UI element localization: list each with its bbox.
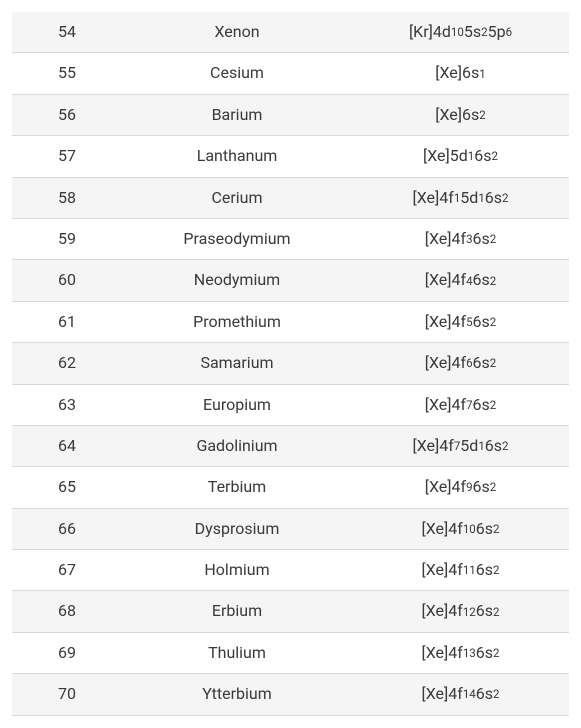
electron-configuration: [Xe]6s2 bbox=[352, 95, 569, 135]
table-row: 60Neodymium[Xe]4f46s2 bbox=[12, 260, 569, 301]
electron-configuration: [Xe]5d16s2 bbox=[352, 136, 569, 176]
atomic-number: 65 bbox=[12, 467, 122, 507]
table-row: 67Holmium[Xe]4f116s2 bbox=[12, 550, 569, 591]
element-name: Cerium bbox=[122, 178, 352, 218]
atomic-number: 64 bbox=[12, 426, 122, 466]
element-name: Terbium bbox=[122, 467, 352, 507]
atomic-number: 58 bbox=[12, 178, 122, 218]
table-row: 58Cerium[Xe]4f15d16s2 bbox=[12, 178, 569, 219]
element-name: Thulium bbox=[122, 633, 352, 673]
element-name: Europium bbox=[122, 385, 352, 425]
element-name: Barium bbox=[122, 95, 352, 135]
table-row: 57Lanthanum[Xe]5d16s2 bbox=[12, 136, 569, 177]
atomic-number: 62 bbox=[12, 343, 122, 383]
element-name: Praseodymium bbox=[122, 219, 352, 259]
element-name: Lanthanum bbox=[122, 136, 352, 176]
element-name: Xenon bbox=[122, 12, 352, 52]
electron-configuration: [Xe]6s1 bbox=[352, 53, 569, 93]
table-row: 64Gadolinium[Xe]4f75d16s2 bbox=[12, 426, 569, 467]
element-name: Neodymium bbox=[122, 260, 352, 300]
element-name: Cesium bbox=[122, 53, 352, 93]
atomic-number: 55 bbox=[12, 53, 122, 93]
atomic-number: 67 bbox=[12, 550, 122, 590]
table-row: 55Cesium[Xe]6s1 bbox=[12, 53, 569, 94]
electron-configuration: [Xe]4f36s2 bbox=[352, 219, 569, 259]
table-row: 68Erbium[Xe]4f126s2 bbox=[12, 591, 569, 632]
electron-configuration: [Xe]4f66s2 bbox=[352, 343, 569, 383]
table-row: 56Barium[Xe]6s2 bbox=[12, 95, 569, 136]
table-row: 59Praseodymium[Xe]4f36s2 bbox=[12, 219, 569, 260]
table-row: 54Xenon[Kr]4d105s25p6 bbox=[12, 12, 569, 53]
element-name: Samarium bbox=[122, 343, 352, 383]
element-name: Erbium bbox=[122, 591, 352, 631]
table-row: 66Dysprosium[Xe]4f106s2 bbox=[12, 509, 569, 550]
element-name: Holmium bbox=[122, 550, 352, 590]
element-name: Gadolinium bbox=[122, 426, 352, 466]
element-name: Ytterbium bbox=[122, 674, 352, 714]
atomic-number: 57 bbox=[12, 136, 122, 176]
atomic-number: 68 bbox=[12, 591, 122, 631]
electron-configuration: [Xe]4f106s2 bbox=[352, 509, 569, 549]
electron-configuration: [Xe]4f146s2 bbox=[352, 674, 569, 714]
atomic-number: 59 bbox=[12, 219, 122, 259]
atomic-number: 69 bbox=[12, 633, 122, 673]
electron-configuration: [Xe]4f96s2 bbox=[352, 467, 569, 507]
electron-configuration: [Xe]4f15d16s2 bbox=[352, 178, 569, 218]
table-row: 69Thulium[Xe]4f136s2 bbox=[12, 633, 569, 674]
atomic-number: 70 bbox=[12, 674, 122, 714]
electron-configuration: [Kr]4d105s25p6 bbox=[352, 12, 569, 52]
atomic-number: 60 bbox=[12, 260, 122, 300]
atomic-number: 54 bbox=[12, 12, 122, 52]
electron-configuration: [Xe]4f56s2 bbox=[352, 302, 569, 342]
atomic-number: 63 bbox=[12, 385, 122, 425]
table-row: 61Promethium[Xe]4f56s2 bbox=[12, 302, 569, 343]
electron-configuration: [Xe]4f46s2 bbox=[352, 260, 569, 300]
element-name: Dysprosium bbox=[122, 509, 352, 549]
table-row: 70Ytterbium[Xe]4f146s2 bbox=[12, 674, 569, 715]
table-row: 62Samarium[Xe]4f66s2 bbox=[12, 343, 569, 384]
atomic-number: 61 bbox=[12, 302, 122, 342]
element-name: Promethium bbox=[122, 302, 352, 342]
table-row: 63Europium[Xe]4f76s2 bbox=[12, 385, 569, 426]
electron-configuration: [Xe]4f126s2 bbox=[352, 591, 569, 631]
atomic-number: 56 bbox=[12, 95, 122, 135]
electron-configuration: [Xe]4f75d16s2 bbox=[352, 426, 569, 466]
atomic-number: 66 bbox=[12, 509, 122, 549]
electron-configuration: [Xe]4f116s2 bbox=[352, 550, 569, 590]
electron-configuration: [Xe]4f136s2 bbox=[352, 633, 569, 673]
table-row: 65Terbium[Xe]4f96s2 bbox=[12, 467, 569, 508]
electron-configuration: [Xe]4f76s2 bbox=[352, 385, 569, 425]
electron-config-table: 54Xenon[Kr]4d105s25p655Cesium[Xe]6s156Ba… bbox=[12, 12, 569, 716]
